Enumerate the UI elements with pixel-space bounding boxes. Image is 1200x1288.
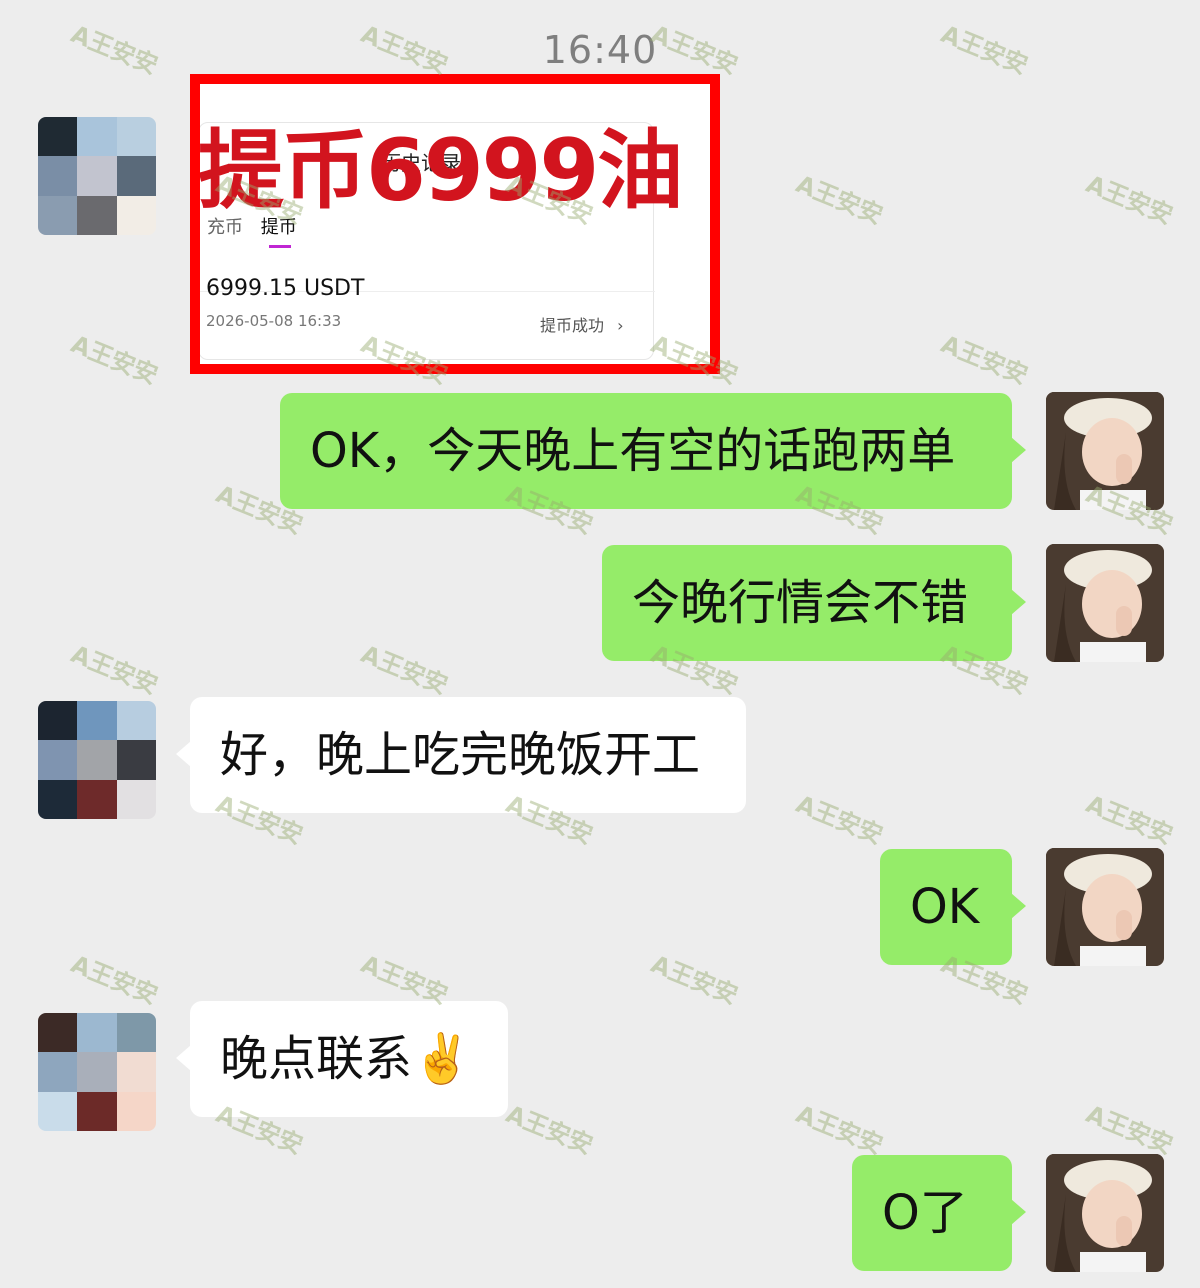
watermark-text: A王安安	[67, 949, 162, 1010]
watermark-text: A王安安	[1082, 789, 1177, 850]
contact-avatar[interactable]	[38, 701, 156, 819]
girl-in-cap-icon	[1046, 544, 1164, 662]
message-bubble-sent[interactable]: OK，今天晚上有空的话跑两单	[280, 393, 1026, 509]
self-avatar[interactable]	[1046, 848, 1164, 966]
message-bubble-received[interactable]: 晚点联系✌️	[176, 1001, 508, 1117]
withdraw-status-label: 提币成功	[540, 316, 605, 335]
contact-avatar[interactable]	[38, 117, 156, 235]
withdraw-status: 提币成功 ›	[540, 312, 624, 336]
watermark-text: A王安安	[1082, 169, 1177, 230]
message-bubble-sent[interactable]: O了	[852, 1155, 1026, 1271]
watermark-text: A王安安	[792, 789, 887, 850]
message-timestamp: 16:40	[542, 28, 658, 72]
self-avatar[interactable]	[1046, 544, 1164, 662]
watermark-text: A王安安	[792, 1099, 887, 1160]
watermark-text: A王安安	[67, 639, 162, 700]
girl-in-cap-icon	[1046, 848, 1164, 966]
withdraw-amount: 6999.15 USDT	[206, 276, 365, 301]
watermark-text: A王安安	[67, 329, 162, 390]
girl-in-cap-icon	[1046, 392, 1164, 510]
message-bubble-sent[interactable]: 今晚行情会不错	[602, 545, 1026, 661]
watermark-text: A王安安	[937, 329, 1032, 390]
watermark-text: A王安安	[647, 949, 742, 1010]
girl-in-cap-icon	[1046, 1154, 1164, 1272]
overlay-headline: 提币6999油	[198, 121, 683, 221]
withdraw-datetime: 2026-05-08 16:33	[206, 312, 342, 330]
watermark-text: A王安安	[1082, 1099, 1177, 1160]
chevron-right-icon: ›	[617, 316, 624, 335]
message-bubble-received[interactable]: 好，晚上吃完晚饭开工	[176, 697, 746, 813]
self-avatar[interactable]	[1046, 392, 1164, 510]
watermark-text: A王安安	[502, 1099, 597, 1160]
message-bubble-sent[interactable]: OK	[880, 849, 1026, 965]
self-avatar[interactable]	[1046, 1154, 1164, 1272]
watermark-text: A王安安	[792, 169, 887, 230]
chat-screen: 16:40 历史记录 充币 提币 6999.15 USDT 2026-05-08…	[0, 0, 1200, 1288]
watermark-text: A王安安	[357, 639, 452, 700]
contact-avatar[interactable]	[38, 1013, 156, 1131]
